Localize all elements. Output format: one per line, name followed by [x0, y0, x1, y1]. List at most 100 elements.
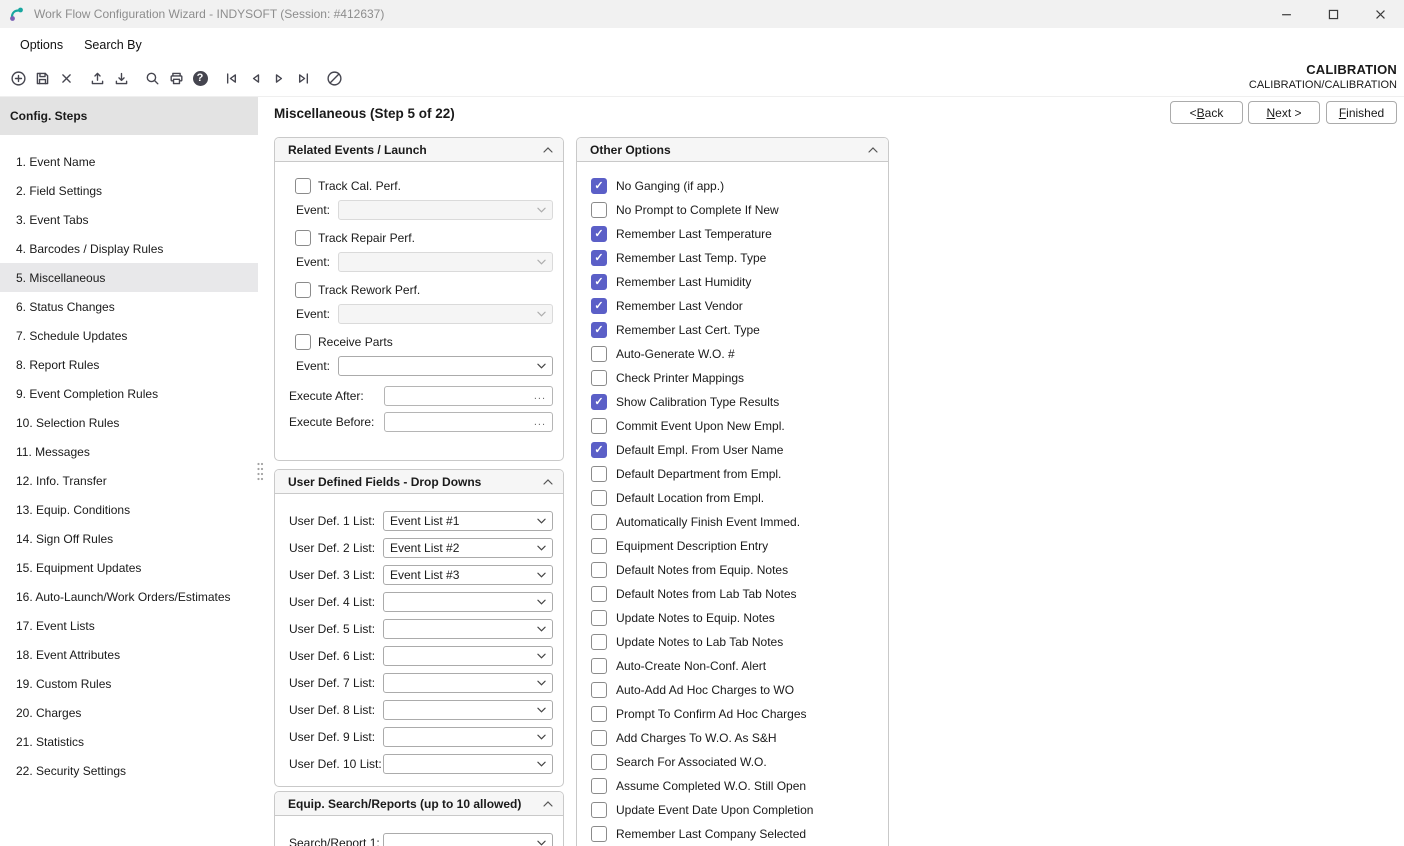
event-dropdown[interactable]	[338, 304, 553, 324]
option-row[interactable]: Update Event Date Upon Completion	[577, 798, 888, 822]
checkbox[interactable]	[591, 466, 607, 482]
browse-button[interactable]: ...	[534, 390, 546, 402]
previous-record-button[interactable]	[243, 67, 267, 91]
sidebar-item[interactable]: 11. Messages	[0, 437, 258, 466]
import-button[interactable]	[109, 67, 133, 91]
checkbox[interactable]	[591, 610, 607, 626]
sidebar-item[interactable]: 15. Equipment Updates	[0, 553, 258, 582]
checkbox[interactable]	[591, 178, 607, 194]
option-row[interactable]: Show Calibration Type Results	[577, 390, 888, 414]
option-row[interactable]: Default Notes from Equip. Notes	[577, 558, 888, 582]
option-row[interactable]: Assume Completed W.O. Still Open	[577, 774, 888, 798]
option-row[interactable]: Auto-Add Ad Hoc Charges to WO	[577, 678, 888, 702]
user-def-dropdown[interactable]	[383, 727, 553, 747]
sidebar-item[interactable]: 1. Event Name	[0, 147, 258, 176]
user-def-dropdown[interactable]	[383, 700, 553, 720]
option-row[interactable]: Remember Last Humidity	[577, 270, 888, 294]
checkbox[interactable]	[591, 418, 607, 434]
collapse-button[interactable]	[539, 142, 557, 158]
collapse-button[interactable]	[539, 474, 557, 490]
option-row[interactable]: Equipment Description Entry	[577, 534, 888, 558]
maximize-button[interactable]	[1310, 0, 1357, 28]
checkbox[interactable]	[591, 826, 607, 842]
option-row[interactable]: Remember Last Vendor	[577, 294, 888, 318]
sidebar-item[interactable]: 10. Selection Rules	[0, 408, 258, 437]
sidebar-item[interactable]: 9. Event Completion Rules	[0, 379, 258, 408]
sidebar-item[interactable]: 19. Custom Rules	[0, 669, 258, 698]
sidebar-item[interactable]: 22. Security Settings	[0, 756, 258, 785]
user-def-dropdown[interactable]	[383, 592, 553, 612]
option-row[interactable]: Default Empl. From User Name	[577, 438, 888, 462]
checkbox[interactable]	[295, 230, 311, 246]
option-row[interactable]: Auto-Generate W.O. #	[577, 342, 888, 366]
user-def-dropdown[interactable]: Event List #2	[383, 538, 553, 558]
checkbox[interactable]	[591, 706, 607, 722]
checkbox[interactable]	[295, 282, 311, 298]
splitter-handle[interactable]	[255, 460, 265, 482]
print-button[interactable]	[164, 67, 188, 91]
first-record-button[interactable]	[219, 67, 243, 91]
user-def-dropdown[interactable]	[383, 619, 553, 639]
sidebar-item[interactable]: 18. Event Attributes	[0, 640, 258, 669]
track-option-row[interactable]: Receive Parts	[295, 334, 553, 350]
checkbox[interactable]	[591, 634, 607, 650]
checkbox[interactable]	[295, 178, 311, 194]
checkbox[interactable]	[591, 394, 607, 410]
export-button[interactable]	[85, 67, 109, 91]
help-button[interactable]	[188, 67, 212, 91]
sidebar-item[interactable]: 17. Event Lists	[0, 611, 258, 640]
checkbox[interactable]	[591, 778, 607, 794]
event-dropdown[interactable]	[338, 252, 553, 272]
option-row[interactable]: Automatically Finish Event Immed.	[577, 510, 888, 534]
option-row[interactable]: No Prompt to Complete If New	[577, 198, 888, 222]
checkbox[interactable]	[591, 298, 607, 314]
user-def-dropdown[interactable]: Event List #1	[383, 511, 553, 531]
option-row[interactable]: Add Charges To W.O. As S&H	[577, 726, 888, 750]
checkbox[interactable]	[591, 562, 607, 578]
checkbox[interactable]	[591, 754, 607, 770]
checkbox[interactable]	[591, 538, 607, 554]
checkbox[interactable]	[591, 514, 607, 530]
add-button[interactable]	[6, 67, 30, 91]
event-dropdown[interactable]	[338, 200, 553, 220]
option-row[interactable]: Prompt To Confirm Ad Hoc Charges	[577, 702, 888, 726]
track-option-row[interactable]: Track Rework Perf.	[295, 282, 553, 298]
user-def-dropdown[interactable]: Event List #3	[383, 565, 553, 585]
checkbox[interactable]	[591, 802, 607, 818]
checkbox[interactable]	[591, 682, 607, 698]
collapse-button[interactable]	[864, 142, 882, 158]
option-row[interactable]: Check Printer Mappings	[577, 366, 888, 390]
checkbox[interactable]	[295, 334, 311, 350]
option-row[interactable]: Update Notes to Equip. Notes	[577, 606, 888, 630]
track-option-row[interactable]: Track Cal. Perf.	[295, 178, 553, 194]
option-row[interactable]: Search For Associated W.O.	[577, 750, 888, 774]
user-def-dropdown[interactable]	[383, 754, 553, 774]
sidebar-item[interactable]: 3. Event Tabs	[0, 205, 258, 234]
checkbox[interactable]	[591, 274, 607, 290]
sidebar-item[interactable]: 6. Status Changes	[0, 292, 258, 321]
option-row[interactable]: Remember Last Company Selected	[577, 822, 888, 846]
option-row[interactable]: Default Location from Empl.	[577, 486, 888, 510]
sidebar-item[interactable]: 20. Charges	[0, 698, 258, 727]
option-row[interactable]: Remember Last Temp. Type	[577, 246, 888, 270]
finished-button[interactable]: Finished	[1326, 101, 1397, 124]
option-row[interactable]: Remember Last Temperature	[577, 222, 888, 246]
track-option-row[interactable]: Track Repair Perf.	[295, 230, 553, 246]
option-row[interactable]: Remember Last Cert. Type	[577, 318, 888, 342]
collapse-button[interactable]	[539, 796, 557, 812]
sidebar-item[interactable]: 13. Equip. Conditions	[0, 495, 258, 524]
sidebar-item[interactable]: 5. Miscellaneous	[0, 263, 258, 292]
checkbox[interactable]	[591, 250, 607, 266]
menu-item[interactable]: Search By	[82, 35, 144, 55]
sidebar-item[interactable]: 14. Sign Off Rules	[0, 524, 258, 553]
sidebar-item[interactable]: 4. Barcodes / Display Rules	[0, 234, 258, 263]
close-button[interactable]	[1357, 0, 1404, 28]
user-def-dropdown[interactable]	[383, 673, 553, 693]
last-record-button[interactable]	[291, 67, 315, 91]
option-row[interactable]: Commit Event Upon New Empl.	[577, 414, 888, 438]
save-button[interactable]	[30, 67, 54, 91]
browse-button[interactable]: ...	[534, 416, 546, 428]
checkbox[interactable]	[591, 202, 607, 218]
checkbox[interactable]	[591, 586, 607, 602]
option-row[interactable]: Default Notes from Lab Tab Notes	[577, 582, 888, 606]
